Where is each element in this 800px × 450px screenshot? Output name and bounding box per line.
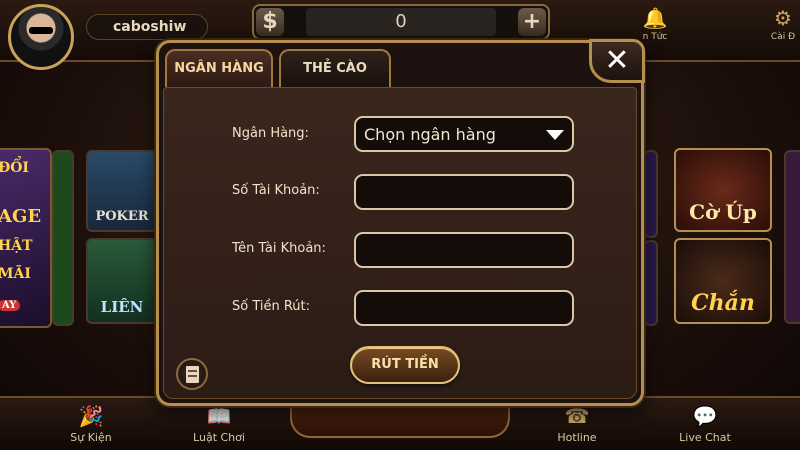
game-tile-edge-right-2[interactable] — [644, 240, 658, 326]
balance-value: 0 — [306, 8, 496, 36]
bank-select[interactable]: Chọn ngân hàng — [354, 116, 574, 152]
game-tile-edge-far-right[interactable] — [784, 150, 800, 324]
nav-live-chat[interactable]: 💬 Live Chat — [660, 404, 750, 445]
settings-button[interactable]: ⚙ Cài Đ — [758, 6, 800, 42]
bank-label: Ngân Hàng: — [232, 126, 309, 141]
account-name-input[interactable] — [354, 232, 574, 268]
amount-input[interactable] — [354, 290, 574, 326]
nav-events[interactable]: 🎉 Sự Kiện — [46, 404, 136, 445]
history-button[interactable] — [176, 358, 208, 390]
game-tile-edge-right[interactable] — [644, 150, 658, 238]
dialog-tabs: NGÂN HÀNG THẺ CÀO — [159, 43, 641, 89]
bank-select-value: Chọn ngân hàng — [364, 124, 496, 144]
tab-bank[interactable]: NGÂN HÀNG — [165, 49, 273, 87]
account-number-input[interactable] — [354, 174, 574, 210]
notification-button[interactable]: 🔔 n Tức — [630, 6, 680, 42]
dollar-icon: $ — [256, 8, 284, 36]
user-avatar[interactable] — [8, 4, 74, 70]
account-name-label: Tên Tài Khoản: — [232, 241, 326, 256]
tab-scratch-card[interactable]: THẺ CÀO — [279, 49, 391, 87]
withdraw-dialog: NGÂN HÀNG THẺ CÀO ✕ Ngân Hàng: Chọn ngân… — [156, 39, 645, 406]
amount-label: Số Tiền Rút: — [232, 299, 311, 314]
account-number-label: Số Tài Khoản: — [232, 183, 320, 198]
nav-hotline[interactable]: ☎ Hotline — [532, 404, 622, 445]
document-icon — [186, 366, 199, 383]
game-tile-poker[interactable]: POKER — [86, 150, 158, 232]
game-tile-lieng[interactable]: LIÊN — [86, 238, 158, 324]
add-funds-button[interactable]: + — [518, 8, 546, 36]
chevron-down-icon — [546, 130, 564, 140]
rules-book-icon: 📖 — [206, 404, 232, 428]
withdraw-button[interactable]: RÚT TIỀN — [350, 346, 460, 384]
gear-icon: ⚙ — [774, 6, 792, 30]
party-popper-icon: 🎉 — [78, 404, 104, 428]
phone-icon: ☎ — [564, 404, 590, 428]
close-button[interactable]: ✕ — [589, 39, 645, 83]
close-icon: ✕ — [604, 43, 630, 78]
nav-rules[interactable]: 📖 Luật Chơi — [174, 404, 264, 445]
bell-icon: 🔔 — [642, 6, 668, 30]
chat-bubble-icon: 💬 — [692, 404, 718, 428]
promo-banner[interactable]: ĐỔI AGE HẬT MÃI AY — [0, 148, 52, 328]
game-tile-co-up[interactable]: Cờ Úp — [674, 148, 772, 232]
game-tile-chan[interactable]: Chắn — [674, 238, 772, 324]
username-label: caboshiw — [86, 14, 208, 40]
dialog-content: Ngân Hàng: Chọn ngân hàng Số Tài Khoản: … — [163, 87, 637, 399]
game-tile-edge[interactable] — [52, 150, 74, 326]
balance-box: $ 0 + — [252, 4, 550, 40]
